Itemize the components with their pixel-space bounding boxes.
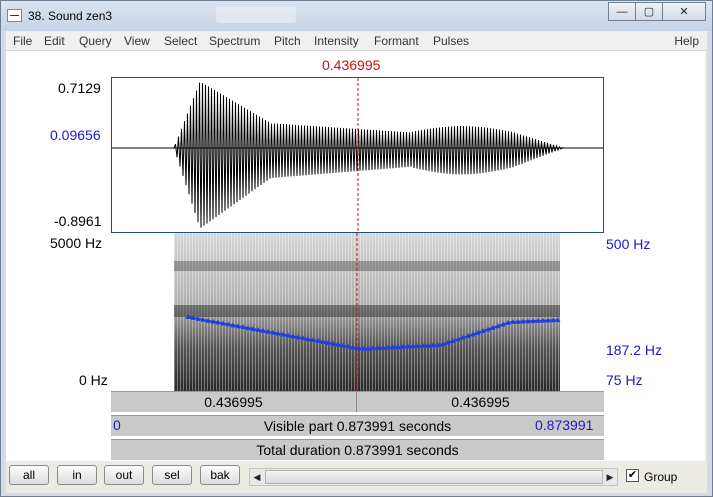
maximize-icon: ▢ xyxy=(643,6,655,18)
zoom-all-button[interactable]: all xyxy=(9,465,49,485)
zoom-out-button[interactable]: out xyxy=(104,465,144,485)
menu-help[interactable]: Help xyxy=(674,34,699,48)
selection-time-bar[interactable]: 0.436995 0.436995 xyxy=(111,391,604,412)
zoom-back-button[interactable]: bak xyxy=(200,465,240,485)
waveform-cursor-value-label: 0.09656 xyxy=(50,127,101,143)
close-button[interactable]: ✕ xyxy=(662,2,706,21)
minimize-icon: — xyxy=(616,5,628,18)
menu-file[interactable]: File xyxy=(13,34,32,48)
window-title: 38. Sound zen3 xyxy=(28,9,113,23)
visible-end-label: 0.873991 xyxy=(535,417,594,433)
pitch-value-label: 187.2 Hz xyxy=(606,342,663,358)
spectrogram-formant-band-mid xyxy=(174,305,560,317)
editor-client-area: 0.436995 0.7129 0.09656 -0.8961 5000 Hz … xyxy=(6,51,707,493)
bottom-toolbar: all in out sel bak ◀ ▶ ✔ Group xyxy=(6,461,705,493)
close-icon: ✕ xyxy=(679,6,689,18)
menu-query[interactable]: Query xyxy=(79,34,112,48)
total-duration-bar[interactable]: Total duration 0.873991 seconds xyxy=(111,439,604,460)
cursor-time-label: 0.436995 xyxy=(322,57,381,73)
menu-pitch[interactable]: Pitch xyxy=(274,34,301,48)
waveform-svg xyxy=(112,78,603,232)
drawing-area: 0.436995 0.7129 0.09656 -0.8961 5000 Hz … xyxy=(6,51,705,461)
sound-window-icon xyxy=(7,9,22,22)
spectrogram-freq-top-label: 5000 Hz xyxy=(50,235,103,251)
menu-bar: File Edit Query View Select Spectrum Pit… xyxy=(6,31,707,51)
waveform-min-label: -0.8961 xyxy=(54,213,102,229)
maximize-button[interactable]: ▢ xyxy=(635,2,663,21)
minimize-button[interactable]: — xyxy=(608,2,636,21)
menu-pulses[interactable]: Pulses xyxy=(433,34,469,48)
menu-spectrum[interactable]: Spectrum xyxy=(209,34,260,48)
menu-select[interactable]: Select xyxy=(164,34,197,48)
visible-part-text: Visible part 0.873991 seconds xyxy=(263,418,452,434)
pitch-bottom-label: 75 Hz xyxy=(606,372,643,388)
scroll-thumb[interactable] xyxy=(265,470,603,484)
title-bar-reflection xyxy=(216,7,296,23)
title-bar[interactable]: 38. Sound zen3 — ▢ ✕ xyxy=(1,1,712,31)
spectrogram-panel[interactable] xyxy=(111,233,604,391)
visible-start-label: 0 xyxy=(113,417,121,433)
group-checkbox[interactable]: ✔ xyxy=(626,469,639,482)
praat-sound-window: 38. Sound zen3 — ▢ ✕ File Edit Query Vie… xyxy=(0,0,713,497)
menu-edit[interactable]: Edit xyxy=(44,34,65,48)
group-label: Group xyxy=(644,470,678,484)
horizontal-scrollbar[interactable]: ◀ ▶ xyxy=(249,468,618,486)
checkmark-icon: ✔ xyxy=(627,469,638,481)
menu-intensity[interactable]: Intensity xyxy=(314,34,359,48)
spectrogram-svg xyxy=(174,233,561,391)
pitch-top-label: 500 Hz xyxy=(606,236,651,252)
waveform-panel[interactable] xyxy=(111,77,604,233)
visible-part-bar[interactable]: Visible part 0.873991 seconds xyxy=(111,415,604,436)
spectrogram-freq-bottom-label: 0 Hz xyxy=(79,372,108,388)
total-duration-text: Total duration 0.873991 seconds xyxy=(256,442,459,458)
scroll-left-icon[interactable]: ◀ xyxy=(250,469,264,485)
menu-formant[interactable]: Formant xyxy=(374,34,419,48)
waveform-max-label: 0.7129 xyxy=(58,80,101,96)
zoom-selection-button[interactable]: sel xyxy=(152,465,192,485)
spectrogram-formant-band-high xyxy=(174,261,560,271)
scroll-right-icon[interactable]: ▶ xyxy=(603,469,617,485)
time-bar-left-segment[interactable]: 0.436995 xyxy=(111,392,356,412)
zoom-in-button[interactable]: in xyxy=(57,465,97,485)
time-bar-right-segment[interactable]: 0.436995 xyxy=(357,392,604,412)
window-controls: — ▢ ✕ xyxy=(608,2,706,21)
menu-view[interactable]: View xyxy=(124,34,150,48)
